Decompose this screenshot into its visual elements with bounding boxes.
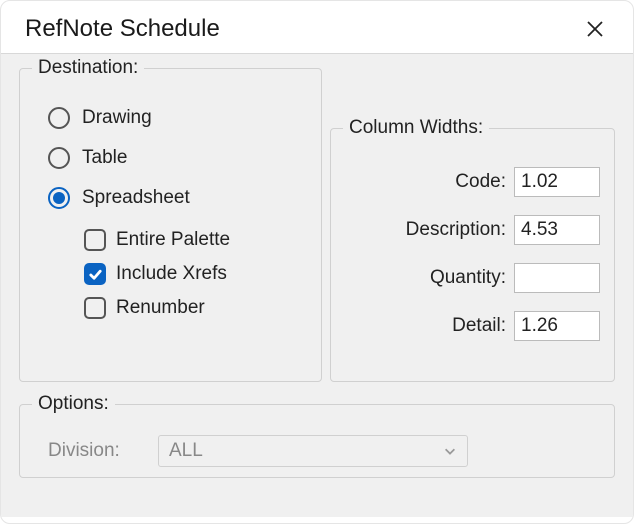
dialog-content: Destination: Drawing Table Spreadsheet bbox=[1, 53, 633, 517]
check-label: Renumber bbox=[116, 297, 205, 319]
label-detail: Detail: bbox=[452, 315, 506, 337]
checkbox-icon bbox=[84, 229, 106, 251]
destination-legend: Destination: bbox=[32, 57, 144, 79]
label-quantity: Quantity: bbox=[430, 267, 506, 289]
radio-icon bbox=[48, 187, 70, 209]
select-division[interactable]: ALL bbox=[158, 435, 468, 467]
close-button[interactable] bbox=[581, 15, 609, 43]
chevron-down-icon bbox=[443, 444, 457, 458]
radio-spreadsheet[interactable]: Spreadsheet bbox=[48, 187, 303, 209]
close-icon bbox=[585, 19, 605, 39]
input-description[interactable] bbox=[514, 215, 600, 245]
radio-label: Table bbox=[82, 147, 127, 169]
select-value: ALL bbox=[169, 440, 203, 462]
check-label: Entire Palette bbox=[116, 229, 230, 251]
titlebar: RefNote Schedule bbox=[1, 1, 633, 53]
checkbox-icon bbox=[84, 297, 106, 319]
radio-table[interactable]: Table bbox=[48, 147, 303, 169]
dialog-window: RefNote Schedule Destination: Drawing Ta… bbox=[0, 0, 634, 524]
destination-checks: Entire Palette Include Xrefs Renumber bbox=[84, 229, 303, 319]
radio-label: Drawing bbox=[82, 107, 152, 129]
options-group: Options: Division: ALL bbox=[19, 404, 615, 478]
input-code[interactable] bbox=[514, 167, 600, 197]
radio-icon bbox=[48, 147, 70, 169]
label-description: Description: bbox=[406, 219, 506, 241]
destination-group: Destination: Drawing Table Spreadsheet bbox=[19, 68, 322, 382]
radio-icon bbox=[48, 107, 70, 129]
column-widths-legend: Column Widths: bbox=[343, 117, 489, 139]
input-quantity[interactable] bbox=[514, 263, 600, 293]
checkbox-icon bbox=[84, 263, 106, 285]
check-entire-palette[interactable]: Entire Palette bbox=[84, 229, 303, 251]
column-widths-group: Column Widths: Code: Description: Quanti… bbox=[330, 128, 615, 382]
label-division: Division: bbox=[48, 440, 138, 462]
check-renumber[interactable]: Renumber bbox=[84, 297, 303, 319]
label-code: Code: bbox=[455, 171, 506, 193]
check-include-xrefs[interactable]: Include Xrefs bbox=[84, 263, 303, 285]
options-legend: Options: bbox=[32, 393, 115, 415]
radio-drawing[interactable]: Drawing bbox=[48, 107, 303, 129]
check-label: Include Xrefs bbox=[116, 263, 227, 285]
radio-label: Spreadsheet bbox=[82, 187, 190, 209]
dialog-title: RefNote Schedule bbox=[25, 15, 220, 43]
input-detail[interactable] bbox=[514, 311, 600, 341]
